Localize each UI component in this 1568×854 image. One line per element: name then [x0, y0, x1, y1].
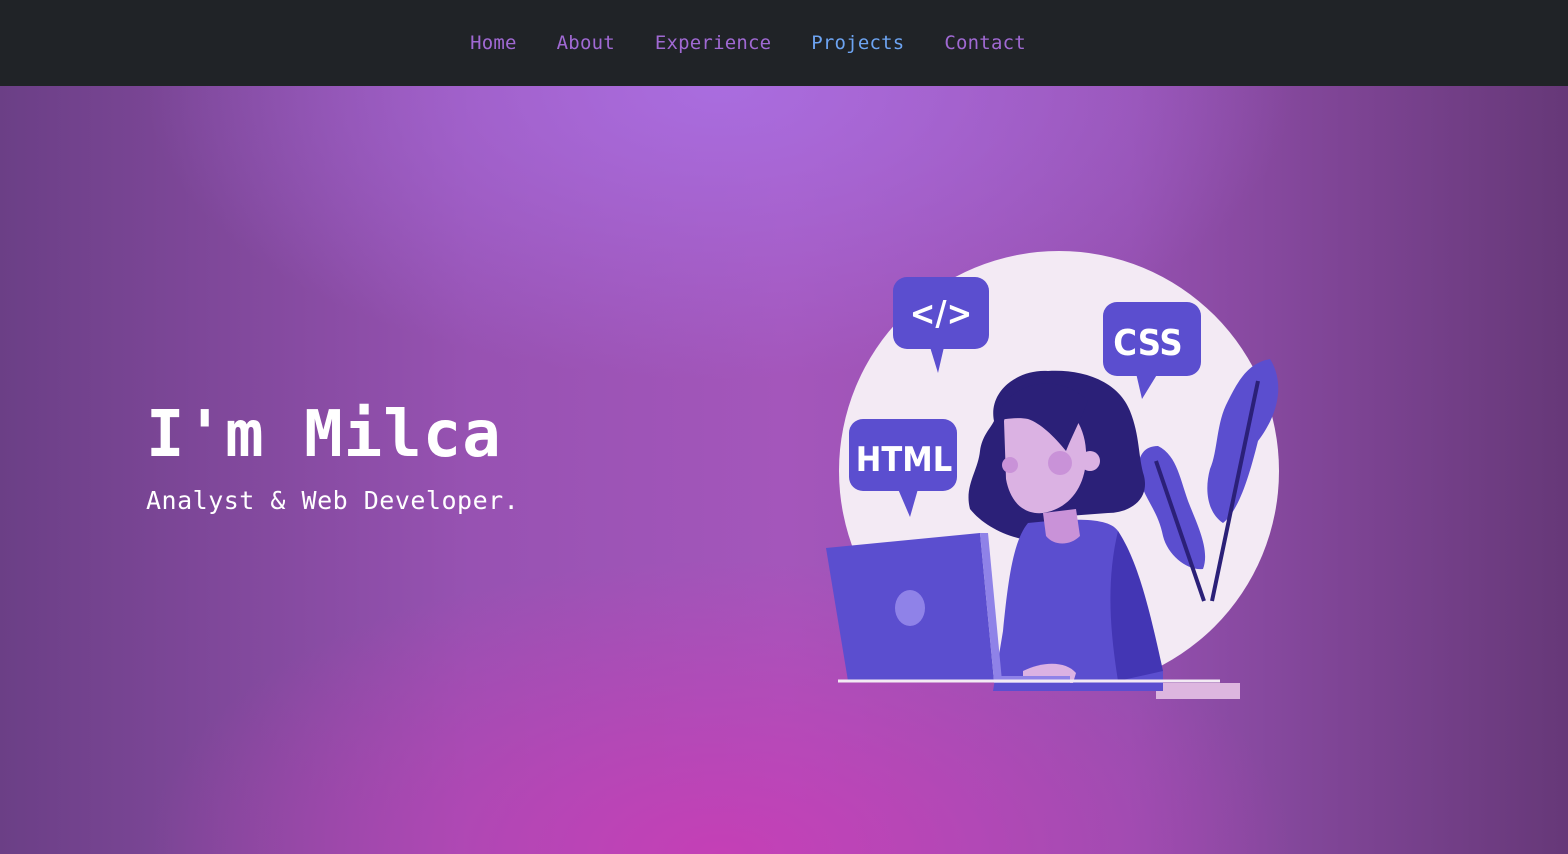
nav-item-home: Home [470, 32, 517, 54]
hero-subtitle: Analyst & Web Developer. [146, 486, 520, 515]
nav-item-contact: Contact [944, 32, 1025, 54]
nav-item-experience: Experience [655, 32, 771, 54]
nav-list: Home About Experience Projects Contact [470, 32, 1026, 54]
hero-title: I'm Milca [146, 398, 502, 472]
code-bubble-label: </> [910, 294, 972, 334]
nav-item-about: About [557, 32, 615, 54]
nav-link-experience[interactable]: Experience [655, 32, 771, 54]
top-navbar: Home About Experience Projects Contact [0, 0, 1568, 86]
developer-illustration: </> CSS HTML [818, 251, 1298, 699]
hero-section: I'm Milca Analyst & Web Developer. </> C… [0, 86, 1568, 854]
css-bubble-label: CSS [1113, 323, 1182, 364]
nav-item-projects: Projects [811, 32, 904, 54]
nav-link-about[interactable]: About [557, 32, 615, 54]
developer-illustration-svg: </> CSS HTML [826, 251, 1279, 699]
hero-text: I'm Milca Analyst & Web Developer. [146, 400, 519, 515]
html-bubble-label: HTML [856, 440, 952, 480]
nav-link-contact[interactable]: Contact [944, 32, 1025, 54]
nav-link-home[interactable]: Home [470, 32, 517, 54]
nav-link-projects[interactable]: Projects [811, 32, 904, 54]
